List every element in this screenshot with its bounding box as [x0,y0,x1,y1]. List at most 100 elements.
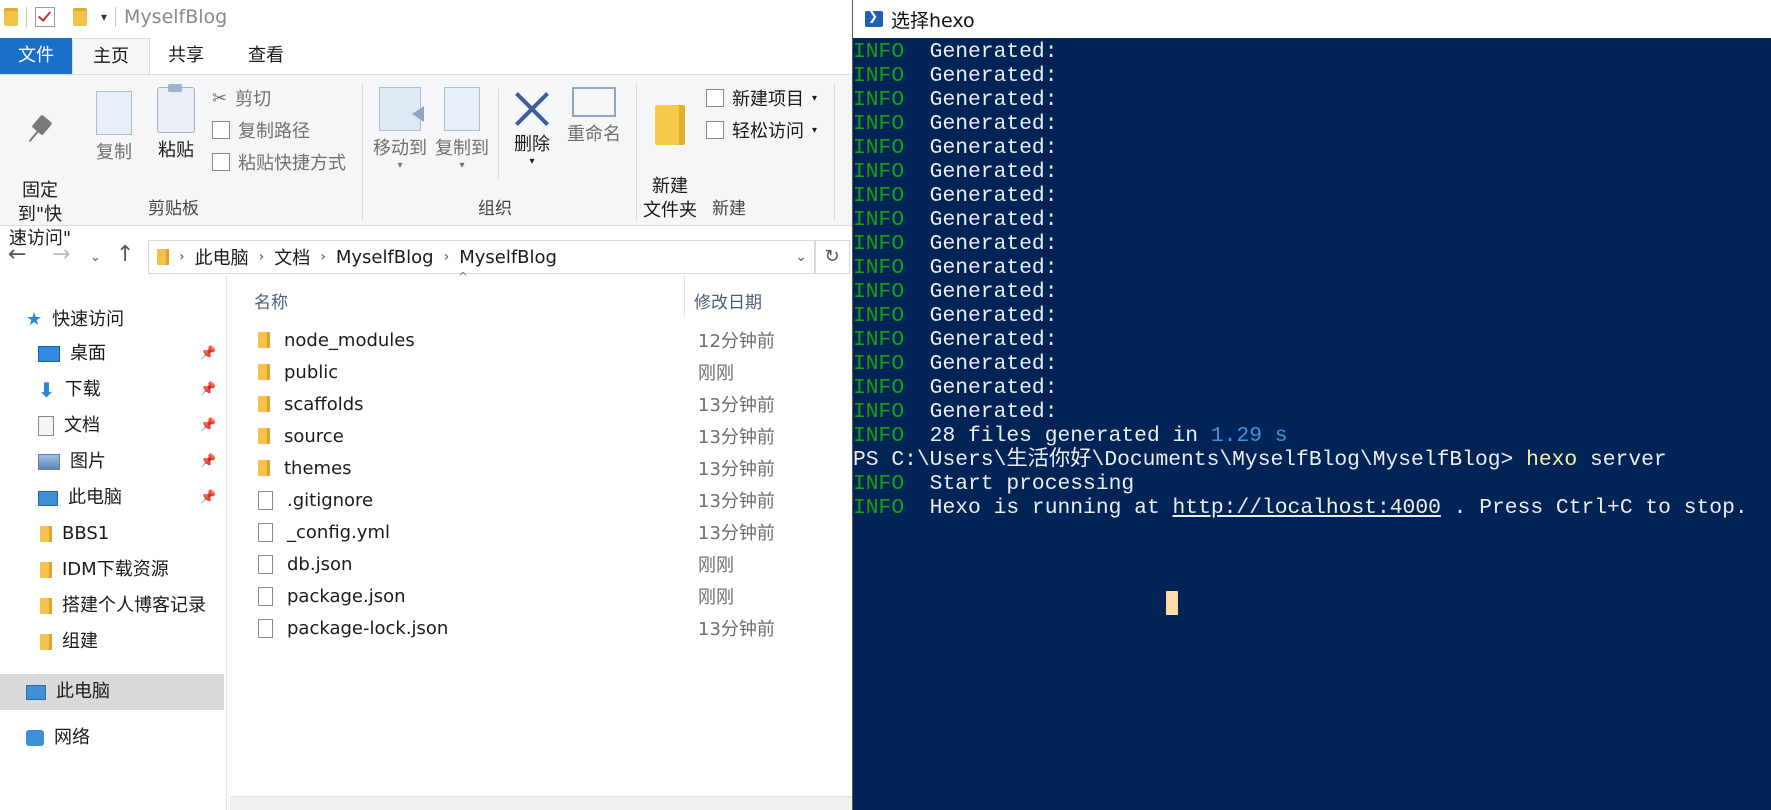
paste-shortcut-button[interactable]: 粘贴快捷方式 [212,149,346,175]
nav-item-downloads[interactable]: ⬇ 下载 [38,374,101,406]
terminal-line-generated: INFO Generated: [853,328,1771,352]
pin-quick-access-button[interactable]: 固定到"快 速访问" [0,91,80,251]
info-tag: INFO [853,472,905,496]
back-arrow-icon[interactable]: ← [8,242,26,267]
file-row[interactable]: .gitignore 13分钟前 [228,484,852,516]
new-folder-button[interactable]: 新建 文件夹 [642,81,698,223]
address-dropdown-icon[interactable]: ⌄ [795,249,807,265]
breadcrumb-chevron-icon[interactable]: › [320,249,326,265]
toolbar-divider [115,7,117,27]
tab-share[interactable]: 共享 [156,38,216,74]
file-date: 12分钟前 [698,331,775,352]
nav-this-pc-label: 此电脑 [56,681,110,702]
address-bar[interactable]: › 此电脑 › 文档 › MyselfBlog › MyselfBlog ⌄ [148,240,816,274]
column-headers: 名称 修改日期 [228,276,852,320]
new-item-button[interactable]: 新建项目 ▾ [706,85,817,111]
breadcrumb-documents[interactable]: 文档 [274,244,310,270]
tab-view[interactable]: 查看 [234,38,298,74]
terminal-line-generated: INFO Generated: [853,112,1771,136]
terminal-line-generated: INFO Generated: [853,352,1771,376]
up-arrow-icon[interactable]: ↑ [116,242,134,267]
file-row[interactable]: package-lock.json 13分钟前 [228,612,852,644]
breadcrumb-chevron-icon[interactable]: › [259,249,265,265]
nav-item-idm[interactable]: IDM下载资源 [40,554,169,586]
info-tag: INFO [853,400,905,424]
file-row[interactable]: node_modules 12分钟前 [228,324,852,356]
tab-home[interactable]: 主页 [72,38,150,76]
info-tag: INFO [853,496,905,520]
file-date: 13分钟前 [698,395,775,416]
nav-item-desktop[interactable]: 桌面 [38,338,218,370]
folder-icon [40,634,52,650]
file-row[interactable]: source 13分钟前 [228,420,852,452]
terminal-output[interactable]: INFO Generated: INFO Generated: INFO Gener… [853,40,1771,520]
pin-icon[interactable]: 📌 [200,382,216,397]
move-to-button[interactable]: 移动到 ▾ [370,87,430,171]
new-folder-label: 新建 文件夹 [643,176,697,221]
nav-item-documents[interactable]: 文档 [38,410,100,442]
breadcrumb-myselfblog-current[interactable]: MyselfBlog [459,247,557,268]
column-header-date[interactable]: 修改日期 [694,288,762,313]
file-row[interactable]: _config.yml 13分钟前 [228,516,852,548]
tab-file[interactable]: 文件 [0,38,72,74]
forward-arrow-icon[interactable]: → [52,242,70,267]
copy-button[interactable]: 复制 [92,91,136,165]
pin-icon[interactable]: 📌 [200,454,216,469]
file-row[interactable]: themes 13分钟前 [228,452,852,484]
info-tag: INFO [853,88,905,112]
nav-item-pictures[interactable]: 图片 [38,446,106,478]
folder-icon [258,364,270,380]
documents-icon [38,416,54,436]
nav-this-pc[interactable]: 此电脑 [0,674,224,710]
nav-item-blog-notes[interactable]: 搭建个人博客记录 [40,590,206,622]
recent-locations-icon[interactable]: ⌄ [90,250,101,265]
copy-path-button[interactable]: 复制路径 [212,117,310,143]
nav-quick-access[interactable]: ★ 快速访问 [26,304,124,336]
file-icon [258,490,273,510]
copy-to-button[interactable]: 复制到 ▾ [432,87,492,171]
file-date: 13分钟前 [698,491,775,512]
cut-button[interactable]: ✂ 剪切 [212,85,271,111]
file-name: package.json [287,585,406,607]
nav-item-label: IDM下载资源 [62,559,169,580]
file-row[interactable]: public 刚刚 [228,356,852,388]
file-row[interactable]: package.json 刚刚 [228,580,852,612]
clipboard-group-label: 剪贴板 [148,199,199,219]
properties-icon[interactable] [35,7,55,27]
file-name: package-lock.json [287,617,449,639]
file-icon [258,618,273,638]
easy-access-button[interactable]: 轻松访问 ▾ [706,117,817,143]
terminal-line-start: INFO Start processing [853,472,1771,496]
breadcrumb-this-pc[interactable]: 此电脑 [195,244,249,270]
pin-icon[interactable]: 📌 [200,490,216,505]
paste-button[interactable]: 粘贴 [154,84,198,163]
delete-button[interactable]: 删除 ▾ [510,87,554,167]
easy-access-icon [706,121,724,139]
nav-item-bbs1[interactable]: BBS1 [40,518,109,550]
nav-network[interactable]: 网络 [26,722,90,754]
nav-item-this-pc-pinned[interactable]: 此电脑 [38,482,122,514]
file-row[interactable]: scaffolds 13分钟前 [228,388,852,420]
folder-icon [258,428,270,444]
horizontal-scrollbar[interactable] [230,796,852,810]
navigation-bar: ← → ⌄ ↑ › 此电脑 › 文档 › MyselfBlog › Myself… [0,236,852,276]
breadcrumb-chevron-icon[interactable]: › [444,249,450,265]
pin-icon[interactable]: 📌 [200,346,216,361]
breadcrumb-myselfblog[interactable]: MyselfBlog [336,247,434,268]
nav-item-zujian[interactable]: 组建 [40,626,98,658]
new-folder-quick-icon[interactable] [73,8,87,26]
breadcrumb-chevron-icon[interactable]: › [179,249,185,265]
refresh-button[interactable]: ↻ [814,240,850,274]
file-row[interactable]: db.json 刚刚 [228,548,852,580]
rename-button[interactable]: 重命名 [566,87,622,147]
customize-toolbar-icon[interactable]: ▾ [101,10,107,24]
column-header-name[interactable]: 名称 [254,288,288,313]
nav-item-label: 此电脑 [68,487,122,508]
folder-icon [40,526,52,542]
pin-icon[interactable]: 📌 [200,418,216,433]
copy-icon [96,91,132,135]
nav-item-label: 文档 [64,415,100,436]
server-url-link[interactable]: http://localhost:4000 [1173,496,1441,520]
terminal-line-generated: INFO Generated: [853,280,1771,304]
column-divider[interactable] [684,276,685,316]
